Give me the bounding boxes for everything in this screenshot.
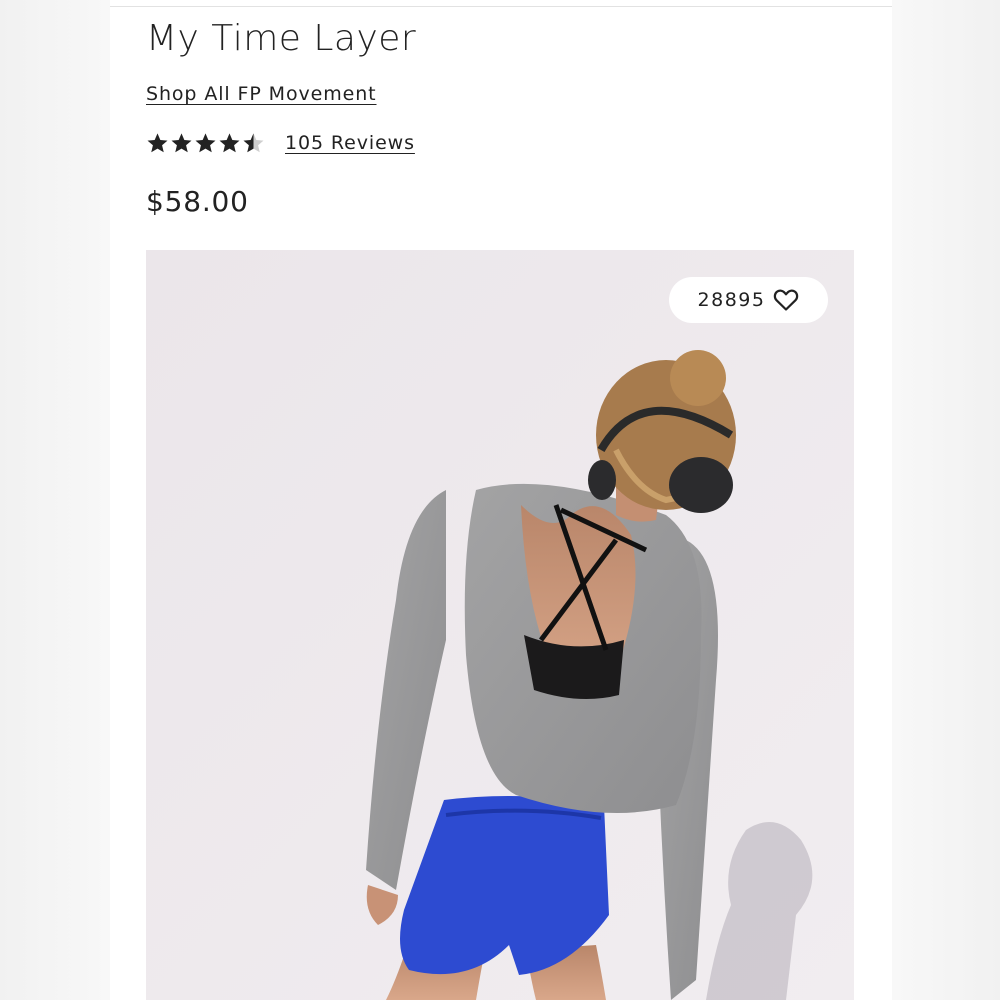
favorite-button[interactable]: 28895	[669, 277, 828, 323]
product-photo	[146, 250, 854, 1000]
reviews-link[interactable]: 105 Reviews	[285, 132, 415, 154]
star-rating[interactable]	[146, 132, 265, 154]
rating-row: 105 Reviews	[146, 129, 415, 157]
top-divider	[110, 6, 892, 7]
page-backdrop-left	[0, 0, 110, 1000]
shop-all-link[interactable]: Shop All FP Movement	[146, 83, 377, 105]
product-image[interactable]: 28895	[146, 250, 854, 1000]
star-full-icon	[219, 133, 240, 153]
star-full-icon	[171, 133, 192, 153]
product-price: $58.00	[146, 185, 249, 218]
favorites-count: 28895	[697, 289, 766, 311]
product-title: My Time Layer	[146, 18, 417, 59]
star-half-icon	[243, 133, 264, 153]
heart-outline-icon	[774, 289, 799, 311]
product-panel: My Time Layer Shop All FP Movement 105 R…	[110, 0, 892, 1000]
star-full-icon	[147, 133, 168, 153]
star-full-icon	[195, 133, 216, 153]
page-backdrop-right	[892, 0, 1000, 1000]
